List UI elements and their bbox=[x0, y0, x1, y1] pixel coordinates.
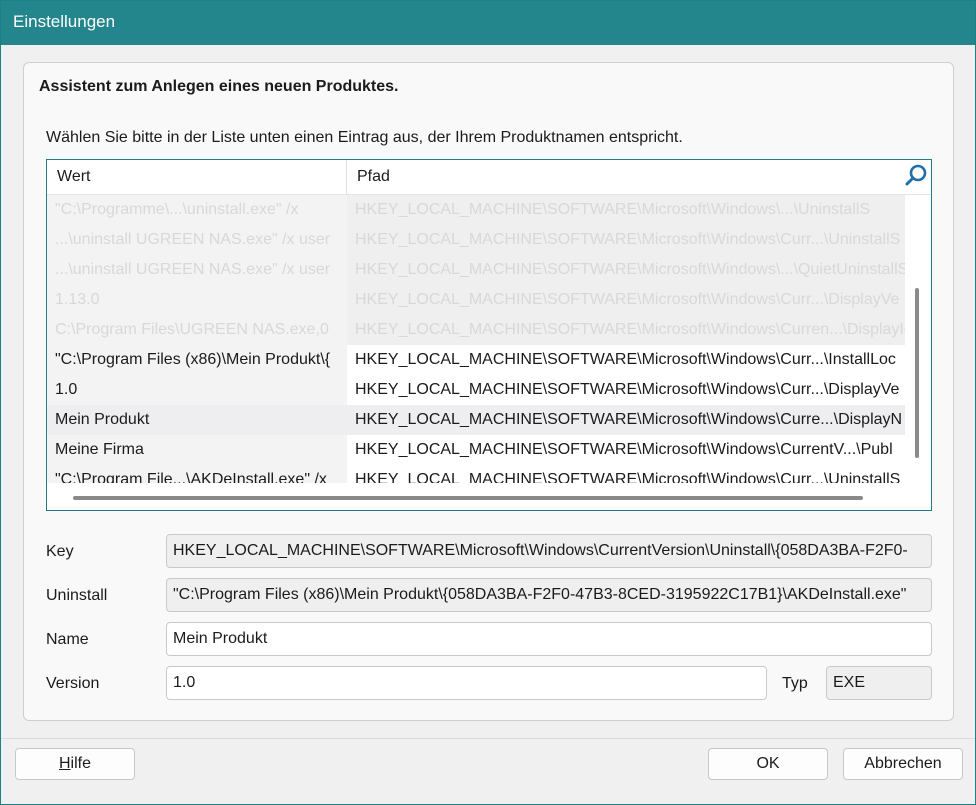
registry-entry-list[interactable]: Wert Pfad "C:\Programme\...\uninstall.ex… bbox=[46, 159, 932, 511]
title-bar[interactable]: Einstellungen bbox=[1, 1, 975, 45]
list-row[interactable]: ...\uninstall UGREEN NAS.exe" /x user HKE… bbox=[47, 225, 905, 255]
settings-dialog: Einstellungen Assistent zum Anlegen eine… bbox=[0, 0, 976, 805]
list-row[interactable]: Meine Firma HKEY_LOCAL_MACHINE\SOFTWARE\M… bbox=[47, 435, 905, 465]
list-row[interactable]: ...\uninstall UGREEN NAS.exe" /x user HKE… bbox=[47, 255, 905, 285]
version-field[interactable]: 1.0 bbox=[166, 666, 767, 700]
row-value: C:\Program Files\UGREEN NAS.exe,0 bbox=[47, 315, 347, 345]
list-row[interactable]: "C:\Program File...\AKDeInstall.exe" /x H… bbox=[47, 465, 905, 483]
search-icon bbox=[904, 163, 928, 192]
row-value: "C:\Program File...\AKDeInstall.exe" /x bbox=[47, 465, 347, 483]
row-value: Mein Produkt bbox=[47, 405, 347, 435]
row-value: ...\uninstall UGREEN NAS.exe" /x user bbox=[47, 225, 347, 255]
row-path: HKEY_LOCAL_MACHINE\SOFTWARE\Microsoft\Wi… bbox=[347, 255, 905, 285]
name-label: Name bbox=[46, 631, 89, 648]
list-rows: "C:\Programme\...\uninstall.exe" /x HKEY_… bbox=[47, 195, 905, 483]
row-path: HKEY_LOCAL_MACHINE\SOFTWARE\Microsoft\Wi… bbox=[347, 285, 905, 315]
row-value: 1.13.0 bbox=[47, 285, 347, 315]
row-path: HKEY_LOCAL_MACHINE\SOFTWARE\Microsoft\Wi… bbox=[347, 405, 905, 435]
wizard-instruction: Wählen Sie bitte in der Liste unten eine… bbox=[46, 129, 683, 146]
help-label-rest: ilfe bbox=[70, 755, 91, 772]
vertical-scrollbar[interactable] bbox=[915, 288, 919, 458]
wizard-panel: Assistent zum Anlegen eines neuen Produk… bbox=[23, 62, 954, 721]
row-path: HKEY_LOCAL_MACHINE\SOFTWARE\Microsoft\Wi… bbox=[347, 225, 905, 255]
list-row[interactable]: Mein Produkt HKEY_LOCAL_MACHINE\SOFTWARE\… bbox=[47, 405, 905, 435]
list-row[interactable]: "C:\Programme\...\uninstall.exe" /x HKEY_… bbox=[47, 195, 905, 225]
uninstall-field[interactable]: "C:\Program Files (x86)\Mein Produkt\{05… bbox=[166, 578, 932, 612]
uninstall-label: Uninstall bbox=[46, 587, 108, 604]
key-label: Key bbox=[46, 543, 74, 560]
cancel-button[interactable]: Abbrechen bbox=[843, 748, 963, 780]
search-button[interactable] bbox=[902, 161, 930, 193]
row-path: HKEY_LOCAL_MACHINE\SOFTWARE\Microsoft\Wi… bbox=[347, 465, 905, 483]
column-header-path[interactable]: Pfad bbox=[347, 160, 902, 194]
row-value: "C:\Programme\...\uninstall.exe" /x bbox=[47, 195, 347, 225]
row-value: "C:\Program Files (x86)\Mein Produkt\{ bbox=[47, 345, 347, 375]
row-path: HKEY_LOCAL_MACHINE\SOFTWARE\Microsoft\Wi… bbox=[347, 435, 905, 465]
window-title: Einstellungen bbox=[13, 12, 116, 31]
row-path: HKEY_LOCAL_MACHINE\SOFTWARE\Microsoft\Wi… bbox=[347, 315, 905, 345]
list-row[interactable]: "C:\Program Files (x86)\Mein Produkt\{HK… bbox=[47, 345, 905, 375]
row-value: 1.0 bbox=[47, 375, 347, 405]
help-accelerator: H bbox=[58, 755, 71, 772]
row-path: HKEY_LOCAL_MACHINE\SOFTWARE\Microsoft\Wi… bbox=[347, 375, 905, 405]
typ-field[interactable]: EXE bbox=[826, 666, 932, 700]
footer-divider bbox=[1, 738, 975, 739]
list-row[interactable]: 1.13.0 HKEY_LOCAL_MACHINE\SOFTWARE\Micros… bbox=[47, 285, 905, 315]
ok-button[interactable]: OK bbox=[708, 748, 828, 780]
row-path: HKEY_LOCAL_MACHINE\SOFTWARE\Microsoft\Wi… bbox=[347, 345, 905, 375]
row-path: HKEY_LOCAL_MACHINE\SOFTWARE\Microsoft\Wi… bbox=[347, 195, 905, 225]
list-row[interactable]: C:\Program Files\UGREEN NAS.exe,0 HKEY_LO… bbox=[47, 315, 905, 345]
name-field[interactable]: Mein Produkt bbox=[166, 622, 932, 656]
column-header-value[interactable]: Wert bbox=[47, 160, 347, 194]
list-header: Wert Pfad bbox=[47, 160, 931, 195]
key-field[interactable]: HKEY_LOCAL_MACHINE\SOFTWARE\Microsoft\Wi… bbox=[166, 534, 932, 568]
row-value: Meine Firma bbox=[47, 435, 347, 465]
row-value: ...\uninstall UGREEN NAS.exe" /x user bbox=[47, 255, 347, 285]
help-button[interactable]: Hilfe bbox=[15, 748, 135, 780]
list-row[interactable]: 1.0 HKEY_LOCAL_MACHINE\SOFTWARE\Microsoft… bbox=[47, 375, 905, 405]
wizard-heading: Assistent zum Anlegen eines neuen Produk… bbox=[39, 78, 399, 95]
version-label: Version bbox=[46, 675, 100, 692]
typ-label: Typ bbox=[782, 675, 808, 692]
horizontal-scrollbar[interactable] bbox=[73, 496, 863, 500]
